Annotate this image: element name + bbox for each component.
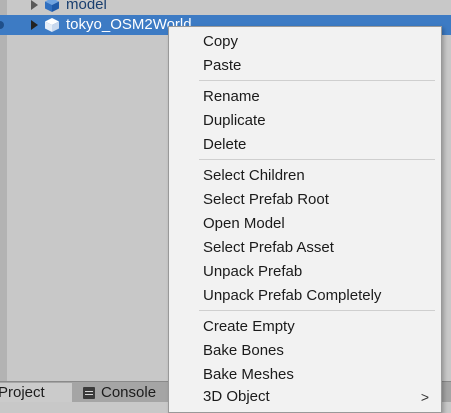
menu-item-bake-meshes[interactable]: Bake Meshes	[169, 363, 441, 387]
menu-separator	[199, 159, 435, 160]
foldout-arrow-icon[interactable]	[31, 20, 38, 30]
menu-item-create-empty[interactable]: Create Empty	[169, 315, 441, 339]
menu-item-select-prefab-asset[interactable]: Select Prefab Asset	[169, 236, 441, 260]
menu-item-select-children[interactable]: Select Children	[169, 164, 441, 188]
tab-project[interactable]: Project	[0, 383, 72, 402]
menu-item-bake-bones[interactable]: Bake Bones	[169, 339, 441, 363]
menu-item-select-prefab-root[interactable]: Select Prefab Root	[169, 188, 441, 212]
menu-item-delete[interactable]: Delete	[169, 133, 441, 157]
menu-item-open-model[interactable]: Open Model	[169, 212, 441, 236]
tab-label: Project	[0, 384, 45, 401]
tab-console[interactable]: Console	[80, 383, 166, 402]
submenu-arrow-icon: >	[420, 389, 429, 405]
prefab-cube-icon	[45, 18, 59, 32]
menu-separator	[199, 80, 435, 81]
menu-separator	[199, 310, 435, 311]
menu-item-unpack-prefab-completely[interactable]: Unpack Prefab Completely	[169, 284, 441, 308]
panel-left-gutter	[0, 0, 7, 381]
foldout-arrow-icon[interactable]	[31, 0, 38, 10]
context-menu: Copy Paste Rename Duplicate Delete Selec…	[168, 26, 442, 413]
hierarchy-item-label: model	[66, 0, 107, 13]
menu-item-copy[interactable]: Copy	[169, 30, 441, 54]
menu-item-3d-object[interactable]: 3D Object >	[169, 385, 441, 409]
prefab-cube-icon	[45, 0, 59, 12]
console-icon	[83, 387, 95, 399]
tab-label: Console	[101, 384, 157, 401]
menu-item-unpack-prefab[interactable]: Unpack Prefab	[169, 260, 441, 284]
selection-marker	[0, 21, 4, 29]
menu-item-rename[interactable]: Rename	[169, 85, 441, 109]
hierarchy-item-model[interactable]: model	[0, 0, 451, 15]
menu-item-paste[interactable]: Paste	[169, 54, 441, 78]
menu-item-duplicate[interactable]: Duplicate	[169, 109, 441, 133]
